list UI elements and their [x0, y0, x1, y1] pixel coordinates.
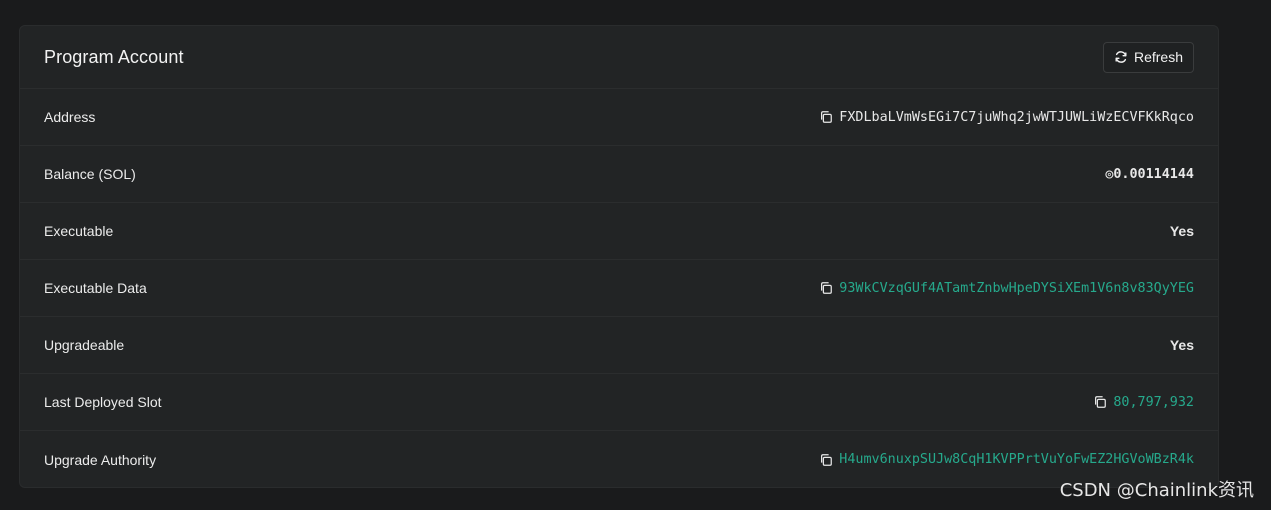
card-header: Program Account Refresh [20, 26, 1218, 89]
row-label-upgrade-authority: Upgrade Authority [44, 451, 157, 468]
watermark: CSDN @Chainlink资讯 [1059, 480, 1254, 501]
balance-value: ◎0.00114144 [1105, 167, 1194, 182]
executable-data-value: 93WkCVzqGUf4ATamtZnbwHpeDYSiXEm1V6n8v83Q… [819, 281, 1194, 296]
row-executable-data: Executable Data 93WkCVzqGUf4ATamtZnbwHpe… [20, 260, 1218, 317]
row-label-upgradeable: Upgradeable [44, 337, 125, 353]
row-label-address: Address [44, 109, 96, 125]
row-executable: Executable Yes [20, 203, 1218, 260]
copy-icon[interactable] [819, 281, 833, 295]
row-label-last-deployed-slot: Last Deployed Slot [44, 394, 162, 410]
copy-icon[interactable] [819, 453, 833, 467]
upgradeable-value: Yes [1169, 337, 1194, 353]
refresh-button[interactable]: Refresh [1102, 41, 1194, 73]
row-balance: Balance (SOL) ◎0.00114144 [20, 146, 1218, 203]
row-upgrade-authority: Upgrade Authority H4umv6nuxpSUJw8CqH1KVP… [20, 431, 1218, 487]
upgrade-authority-link[interactable]: H4umv6nuxpSUJw8CqH1KVPPrtVuYoFwEZ2HGVoWB… [839, 452, 1194, 467]
row-last-deployed-slot: Last Deployed Slot 80,797,932 [20, 374, 1218, 431]
refresh-label: Refresh [1133, 49, 1183, 65]
copy-icon[interactable] [819, 110, 833, 124]
row-label-executable: Executable [44, 223, 114, 239]
refresh-icon [1114, 50, 1128, 64]
executable-value: Yes [1169, 223, 1194, 239]
row-label-balance: Balance (SOL) [44, 166, 136, 182]
row-label-executable-data: Executable Data [44, 280, 147, 296]
row-upgradeable: Upgradeable Yes [20, 317, 1218, 374]
last-deployed-slot-link[interactable]: 80,797,932 [1113, 395, 1194, 410]
last-deployed-slot-value: 80,797,932 [1093, 395, 1194, 410]
program-account-card: Program Account Refresh Address FXDLbaLV… [19, 25, 1219, 488]
balance-text: ◎0.00114144 [1105, 166, 1194, 182]
executable-data-link[interactable]: 93WkCVzqGUf4ATamtZnbwHpeDYSiXEm1V6n8v83Q… [839, 281, 1194, 296]
address-value: FXDLbaLVmWsEGi7C7juWhq2jwWTJUWLiWzECVFKk… [819, 110, 1194, 125]
upgrade-authority-value: H4umv6nuxpSUJw8CqH1KVPPrtVuYoFwEZ2HGVoWB… [819, 452, 1194, 467]
copy-icon[interactable] [1093, 395, 1107, 409]
address-text: FXDLbaLVmWsEGi7C7juWhq2jwWTJUWLiWzECVFKk… [839, 109, 1194, 125]
row-address: Address FXDLbaLVmWsEGi7C7juWhq2jwWTJUWLi… [20, 89, 1218, 146]
card-title: Program Account [44, 46, 184, 67]
